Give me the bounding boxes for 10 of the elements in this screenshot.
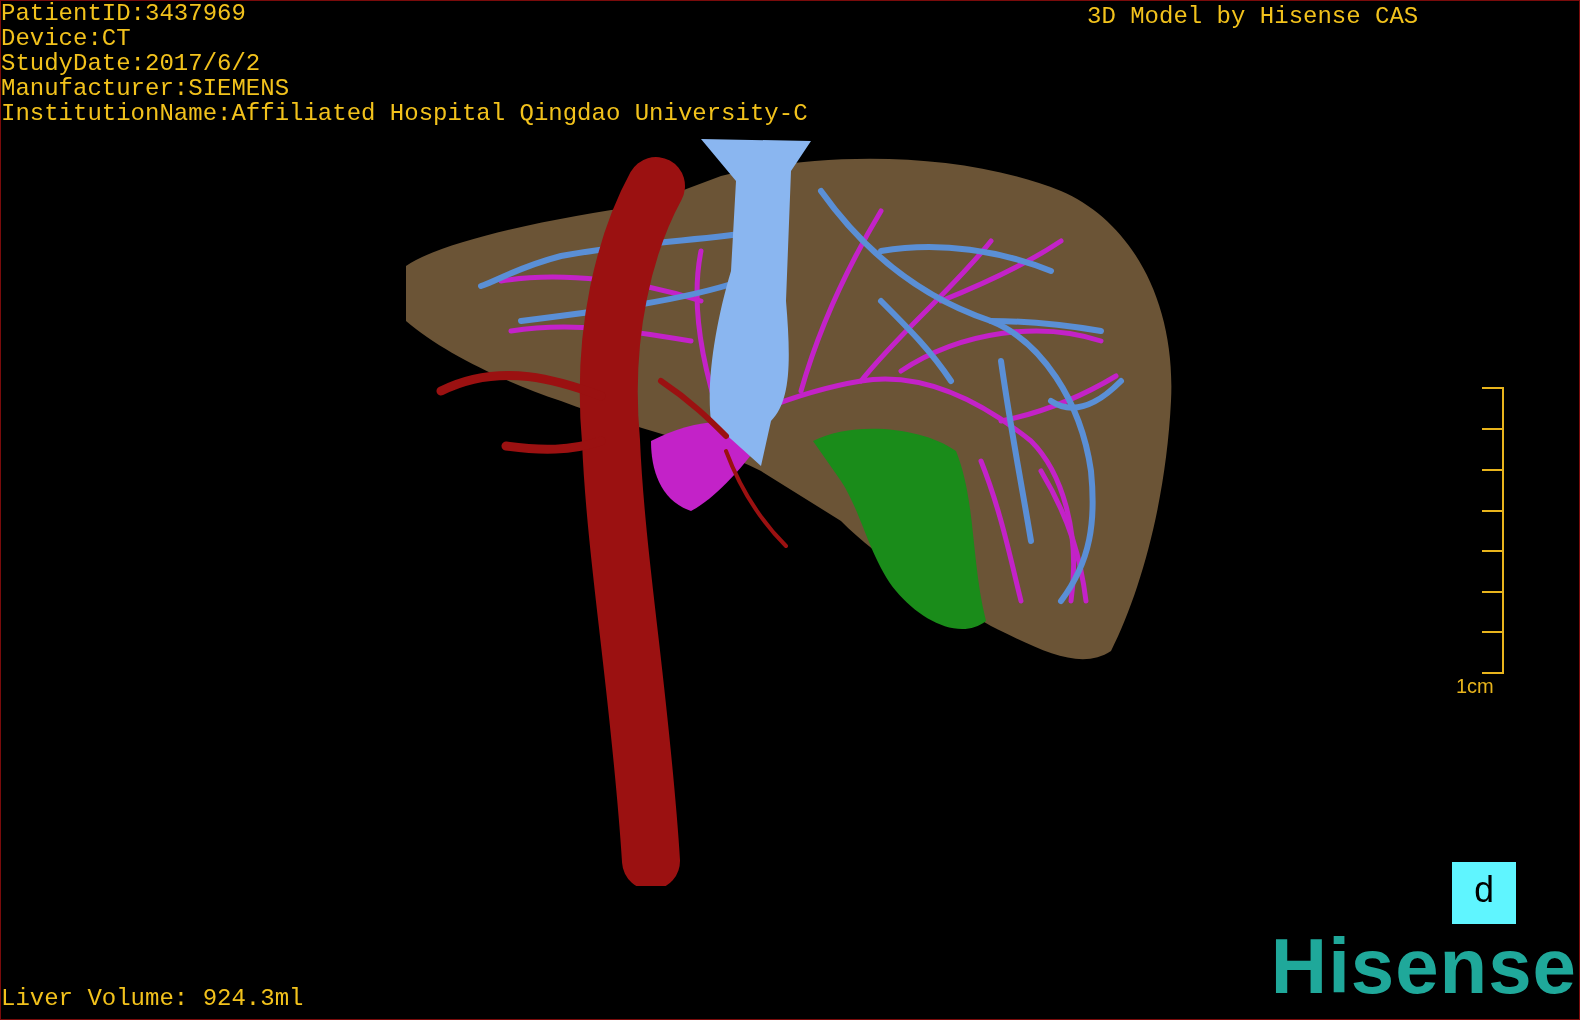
patient-info-line: PatientID:3437969 bbox=[1, 1, 247, 26]
patient-info-line: Manufacturer:SIEMENS bbox=[1, 76, 291, 101]
scale-label: 1cm bbox=[1456, 674, 1494, 698]
orientation-cube[interactable]: d bbox=[1452, 862, 1516, 924]
patient-info-line: InstitutionName:Affiliated Hospital Qingdao University-C bbox=[1, 101, 808, 126]
liver-volume: Liver Volume: 924.3ml bbox=[1, 984, 304, 1014]
patient-info-line: Device:CT bbox=[1, 26, 132, 51]
brand-logo: Hisense bbox=[1270, 926, 1577, 1006]
model-title: 3D Model by Hisense CAS bbox=[1087, 2, 1419, 32]
patient-info-line: StudyDate:2017/6/2 bbox=[1, 51, 262, 76]
